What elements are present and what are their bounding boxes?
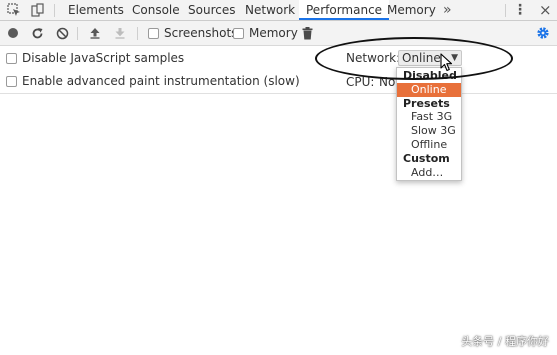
device-toolbar-icon[interactable] [26,0,50,20]
dropdown-option-online[interactable]: Online [397,83,461,97]
network-throttle-label: Network: [346,51,401,65]
tab-separator [505,4,506,17]
toolbar-separator [137,27,138,40]
settings-divider [0,93,557,94]
disable-js-samples-checkbox[interactable] [6,53,17,64]
tab-elements[interactable]: Elements [68,0,124,20]
dropdown-option-add[interactable]: Add… [397,166,461,180]
mouse-cursor-icon [440,53,453,72]
clear-icon[interactable] [54,25,70,41]
cpu-throttle-value[interactable]: No [379,75,395,89]
network-throttle-dropdown: Disabled Online Presets Fast 3G Slow 3G … [396,67,462,181]
dropdown-option-offline[interactable]: Offline [397,138,461,152]
tab-console[interactable]: Console [132,0,180,20]
watermark-text: 头条号 / 程序你好 [461,335,549,348]
memory-checkbox[interactable] [233,28,244,39]
advanced-paint-label: Enable advanced paint instrumentation (s… [22,74,300,88]
tab-separator [54,4,55,17]
upload-icon[interactable] [87,25,103,41]
customize-menu-icon[interactable]: ⋮ [513,0,527,20]
record-icon[interactable] [5,25,21,41]
screenshots-label: Screenshots [164,26,238,40]
network-throttle-value: Online [402,51,441,65]
tab-sources[interactable]: Sources [188,0,235,20]
dropdown-option-slow-3g[interactable]: Slow 3G [397,124,461,138]
advanced-paint-checkbox[interactable] [6,76,17,87]
tab-memory[interactable]: Memory [387,0,436,20]
trash-icon[interactable] [299,25,315,41]
download-icon[interactable] [112,25,128,41]
tab-network[interactable]: Network [245,0,295,20]
memory-label: Memory [249,26,298,40]
devtools-tab-bar: Elements Console Sources Network Perform… [0,0,557,21]
dropdown-group-custom: Custom [403,152,450,165]
reload-icon[interactable] [29,25,45,41]
dropdown-group-presets: Presets [403,97,450,110]
cpu-throttle-label: CPU: [346,75,375,89]
dropdown-option-fast-3g[interactable]: Fast 3G [397,110,461,124]
tab-performance[interactable]: Performance [299,0,390,20]
close-devtools-icon[interactable]: × [539,0,552,20]
screenshots-checkbox[interactable] [148,28,159,39]
more-tabs-chevron-icon[interactable]: » [443,0,452,20]
performance-toolbar: Screenshots Memory [0,21,557,46]
inspect-element-icon[interactable] [2,0,26,20]
toolbar-separator [77,27,78,40]
disable-js-samples-label: Disable JavaScript samples [22,51,185,65]
gear-icon[interactable] [535,25,551,41]
